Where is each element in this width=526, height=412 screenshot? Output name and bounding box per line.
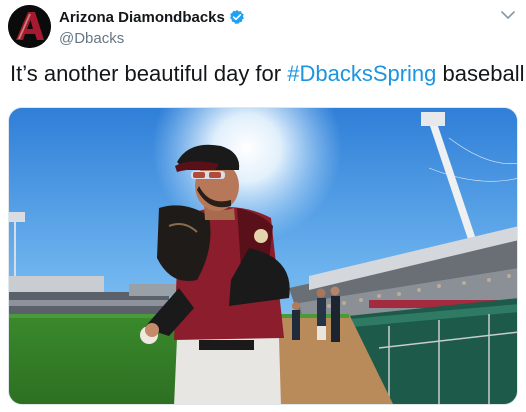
name-row: Arizona Diamondbacks	[59, 8, 245, 26]
author-handle[interactable]: @Dbacks	[59, 30, 245, 47]
tweet-card: Arizona Diamondbacks @Dbacks It’s anothe…	[0, 0, 526, 412]
author-name[interactable]: Arizona Diamondbacks	[59, 9, 225, 26]
diamondbacks-a-logo-icon	[8, 5, 51, 48]
tweet-text-before: It’s another beautiful day for	[10, 61, 288, 86]
verified-badge-icon	[229, 9, 245, 25]
tweet-text-after: baseball.	[436, 61, 526, 86]
author-block: Arizona Diamondbacks @Dbacks	[59, 8, 245, 47]
avatar[interactable]	[8, 5, 51, 48]
baseball-player-photo	[9, 108, 517, 404]
tweet-photo[interactable]	[8, 107, 518, 405]
chevron-down-icon[interactable]	[500, 8, 516, 22]
hashtag-link[interactable]: #DbacksSpring	[287, 61, 436, 86]
tweet-text: It’s another beautiful day for #DbacksSp…	[10, 60, 526, 88]
